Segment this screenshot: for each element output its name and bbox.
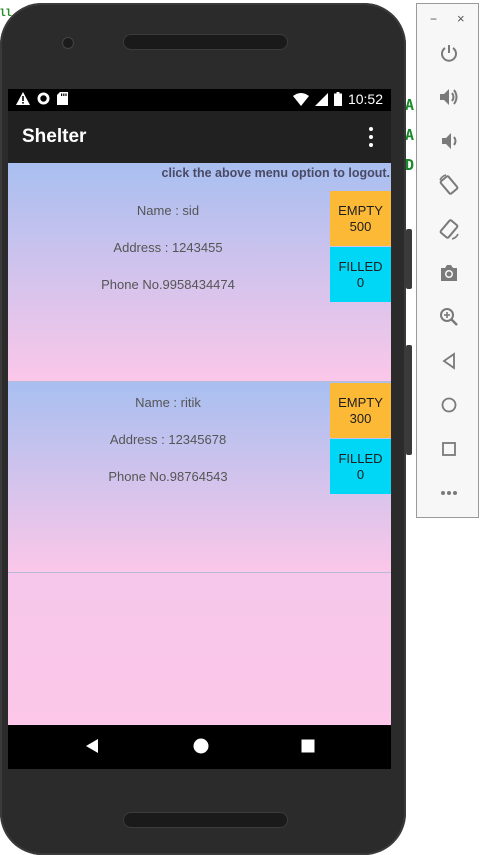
status-bar: 10:52 — [8, 89, 391, 111]
overview-icon[interactable] — [437, 437, 461, 461]
battery-icon — [333, 92, 342, 106]
minimize-button[interactable]: − — [430, 12, 437, 26]
navigation-bar — [8, 725, 391, 769]
shelter-name: Name : sid — [136, 203, 200, 218]
app-title: Shelter — [22, 126, 87, 147]
home-icon[interactable] — [192, 737, 210, 760]
empty-value: 500 — [349, 218, 372, 234]
filled-value: 0 — [356, 274, 365, 290]
back-icon[interactable] — [84, 737, 100, 760]
empty-count-button[interactable]: EMPTY 300 — [330, 383, 391, 438]
signal-icon — [314, 92, 328, 106]
volume-down-icon[interactable] — [437, 129, 461, 153]
emulator-toolbar: − × — [416, 3, 479, 518]
device-screen: 10:52 Shelter click the above menu optio… — [8, 89, 391, 769]
more-icon[interactable] — [437, 481, 461, 505]
record-icon — [37, 92, 50, 105]
filled-label: FILLED — [338, 450, 383, 466]
power-icon[interactable] — [437, 41, 461, 65]
rotate-left-icon[interactable] — [437, 173, 461, 197]
filled-count-button[interactable]: FILLED 0 — [330, 439, 391, 494]
rotate-right-icon[interactable] — [437, 217, 461, 241]
code-fragment: A — [405, 126, 415, 144]
shelter-address: Address : 12345678 — [109, 432, 227, 447]
power-side-button[interactable] — [406, 229, 412, 289]
shelter-name: Name : ritik — [135, 395, 201, 410]
shelter-phone: Phone No.98764543 — [108, 469, 228, 484]
top-speaker — [123, 34, 288, 50]
shelter-list[interactable]: click the above menu option to logout. N… — [8, 163, 391, 725]
sd-card-icon — [57, 92, 68, 105]
volume-up-icon[interactable] — [437, 85, 461, 109]
wifi-icon — [292, 92, 309, 106]
filled-value: 0 — [356, 466, 365, 482]
home-icon[interactable] — [437, 393, 461, 417]
recents-icon[interactable] — [300, 737, 316, 760]
warning-icon — [16, 92, 30, 105]
empty-label: EMPTY — [338, 202, 383, 218]
empty-label: EMPTY — [338, 394, 383, 410]
zoom-icon[interactable] — [437, 305, 461, 329]
shelter-phone: Phone No.9958434474 — [101, 277, 235, 292]
filled-count-button[interactable]: FILLED 0 — [330, 247, 391, 302]
back-icon[interactable] — [437, 349, 461, 373]
bottom-speaker — [123, 812, 288, 828]
volume-side-button[interactable] — [406, 345, 412, 455]
close-button[interactable]: × — [457, 11, 465, 26]
empty-count-button[interactable]: EMPTY 500 — [330, 191, 391, 246]
shelter-card[interactable]: Name : sid Address : 1243455 Phone No.99… — [8, 163, 391, 382]
shelter-address: Address : 1243455 — [113, 240, 223, 255]
front-camera — [62, 37, 74, 49]
empty-value: 300 — [349, 410, 372, 426]
logout-hint: click the above menu option to logout. — [161, 166, 390, 180]
status-time: 10:52 — [347, 91, 383, 107]
app-toolbar: Shelter — [8, 111, 391, 163]
shelter-card[interactable]: Name : ritik Address : 12345678 Phone No… — [8, 382, 391, 573]
overflow-menu-icon[interactable] — [363, 125, 379, 149]
screenshot-icon[interactable] — [437, 261, 461, 285]
code-fragment: D — [405, 156, 415, 174]
phone-frame: 10:52 Shelter click the above menu optio… — [0, 3, 412, 855]
filled-label: FILLED — [338, 258, 383, 274]
